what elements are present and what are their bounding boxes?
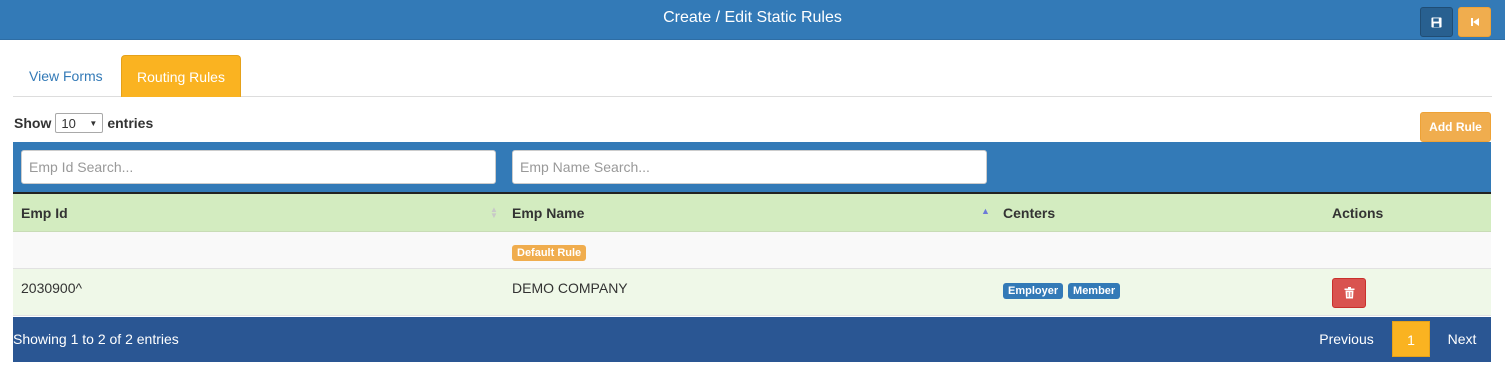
length-menu-prefix: Show [14,115,52,131]
column-header-actions: Actions [1332,205,1384,221]
entries-select[interactable]: 10 ▼ [55,113,104,133]
column-header-centers: Centers [1003,205,1056,221]
tab-view-forms[interactable]: View Forms [14,55,118,97]
table-info: Showing 1 to 2 of 2 entries [13,331,179,347]
caret-down-icon: ▼ [89,118,98,128]
table-footer: Showing 1 to 2 of 2 entries Previous 1 N… [13,317,1491,362]
delete-rule-button[interactable] [1332,278,1366,308]
table-row: Default Rule [13,232,1491,269]
column-header-emp-name[interactable]: Emp Name [512,194,584,232]
table-header: Emp Id ▲ ▼ Emp Name ▲ Centers Actions [13,192,1491,232]
top-bar: Create / Edit Static Rules [0,0,1505,40]
emp-id-search-input[interactable] [21,150,496,184]
pagination-page-1[interactable]: 1 [1392,321,1430,357]
sort-both-icon: ▲ ▼ [490,205,498,220]
back-button[interactable] [1458,7,1491,37]
trash-icon [1344,287,1354,299]
step-backward-icon [1470,18,1479,26]
emp-name-search-input[interactable] [512,150,987,184]
pagination-next[interactable]: Next [1439,321,1485,357]
entries-select-value: 10 [61,115,76,131]
page-title: Create / Edit Static Rules [663,9,842,26]
emp-name-cell: DEMO COMPANY [512,280,628,296]
length-menu: Show 10 ▼ entries [14,112,153,134]
tab-bar: View Forms Routing Rules [13,55,1492,97]
centers-cell: Employer Member [1003,281,1121,299]
center-badge-member: Member [1068,283,1121,299]
pagination-previous[interactable]: Previous [1309,321,1384,357]
sort-ascending-icon: ▲ [981,206,990,216]
search-bar [13,142,1491,192]
column-header-emp-id[interactable]: Emp Id [21,194,68,232]
center-badge-employer: Employer [1003,283,1064,299]
floppy-disk-icon [1431,16,1442,28]
save-button[interactable] [1420,7,1453,37]
table-row: 2030900^ DEMO COMPANY Employer Member [13,269,1491,316]
routing-rules-table: Emp Id ▲ ▼ Emp Name ▲ Centers Actions Def… [13,192,1491,316]
add-rule-button[interactable]: Add Rule [1420,112,1491,142]
length-menu-suffix: entries [107,115,154,131]
default-rule-badge: Default Rule [512,245,587,261]
emp-name-cell: Default Rule [512,243,587,261]
tab-routing-rules[interactable]: Routing Rules [121,55,241,97]
emp-id-cell: 2030900^ [21,280,83,296]
